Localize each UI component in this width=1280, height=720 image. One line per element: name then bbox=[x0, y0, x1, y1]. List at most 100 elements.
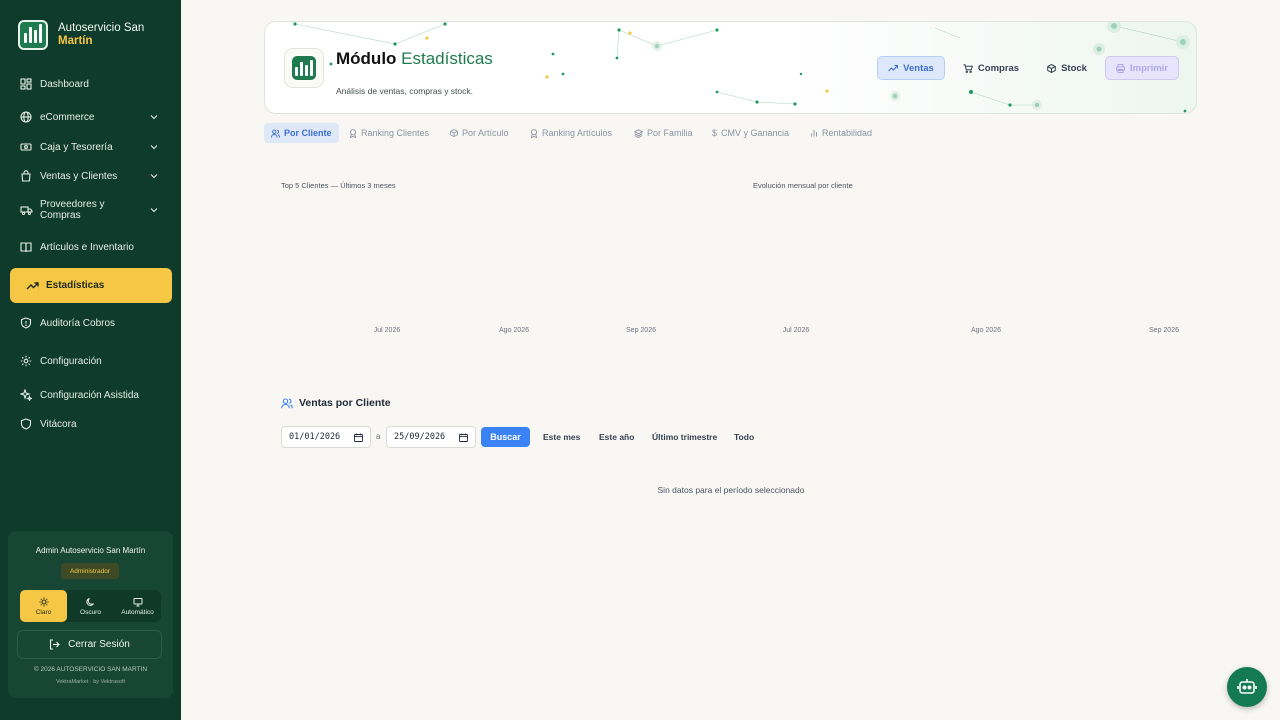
monitor-icon bbox=[133, 597, 142, 606]
quick-range-todo[interactable]: Todo bbox=[734, 432, 754, 442]
page-title: Módulo Estadísticas bbox=[336, 49, 493, 69]
section-title: Ventas por Cliente bbox=[281, 397, 391, 409]
users-icon bbox=[271, 129, 280, 138]
module-icon bbox=[284, 48, 324, 88]
date-from-input[interactable]: 01/01/2026 bbox=[281, 426, 371, 448]
printer-icon bbox=[1115, 63, 1125, 73]
sidebar-item-proveedores-compras[interactable]: Proveedores y Compras bbox=[0, 198, 181, 222]
x-tick-label: Sep 2026 bbox=[1149, 327, 1179, 334]
role-badge: Administrador bbox=[61, 563, 119, 579]
theme-switcher: Claro Oscuro Automático bbox=[20, 590, 161, 622]
calendar-icon[interactable] bbox=[459, 433, 468, 442]
ventas-button[interactable]: Ventas bbox=[877, 56, 945, 80]
theme-label: Claro bbox=[35, 608, 52, 616]
tab-por-articulo[interactable]: Por Artículo bbox=[443, 123, 516, 143]
tab-label: Ranking Artículos bbox=[542, 128, 613, 138]
sidebar-item-estadisticas[interactable]: Estadísticas bbox=[10, 268, 172, 303]
credits: VektraMarket · by Vektrasoft bbox=[55, 679, 126, 685]
sidebar-item-label: Dashboard bbox=[40, 78, 89, 90]
sidebar-item-label: eCommerce bbox=[40, 111, 95, 123]
user-name: Admin Autoservicio San Martín bbox=[35, 546, 146, 555]
user-card: Admin Autoservicio San Martín Administra… bbox=[8, 531, 173, 698]
page-title-main: Módulo bbox=[336, 49, 397, 68]
tab-label: Por Familia bbox=[647, 128, 693, 138]
cart-icon bbox=[963, 63, 973, 73]
quick-range-este-mes[interactable]: Este mes bbox=[543, 432, 580, 442]
tab-cmv-ganancia[interactable]: $ CMV y Ganancia bbox=[705, 123, 796, 143]
book-icon bbox=[19, 240, 33, 254]
layers-icon bbox=[634, 128, 643, 138]
calendar-icon[interactable] bbox=[354, 433, 363, 442]
date-to-input[interactable]: 25/09/2026 bbox=[386, 426, 476, 448]
assistant-bot-button[interactable] bbox=[1227, 667, 1267, 707]
tab-label: Por Cliente bbox=[284, 128, 332, 138]
trending-up-icon bbox=[888, 64, 899, 72]
dollar-icon: $ bbox=[712, 128, 718, 138]
chevron-down-icon bbox=[150, 174, 158, 179]
x-tick-label: Jul 2026 bbox=[782, 327, 810, 334]
truck-icon bbox=[19, 203, 33, 217]
theme-label: Oscuro bbox=[80, 608, 101, 616]
sidebar-item-ecommerce[interactable]: eCommerce bbox=[0, 110, 181, 124]
compras-button[interactable]: Compras bbox=[957, 56, 1025, 80]
sidebar-item-vitacora[interactable]: Vitácora bbox=[0, 417, 181, 431]
tab-por-familia[interactable]: Por Familia bbox=[627, 123, 700, 143]
imprimir-label: Imprimir bbox=[1129, 62, 1168, 74]
sidebar-item-label: Proveedores y Compras bbox=[40, 199, 105, 221]
tab-label: Rentabilidad bbox=[822, 128, 873, 138]
bar-chart-icon bbox=[292, 56, 316, 80]
buscar-button[interactable]: Buscar bbox=[481, 427, 530, 447]
date-to-value: 25/09/2026 bbox=[394, 432, 446, 442]
sidebar-item-configuracion[interactable]: Configuración bbox=[0, 354, 181, 368]
tab-ranking-clientes[interactable]: Ranking Clientes bbox=[342, 123, 436, 143]
logout-button[interactable]: Cerrar Sesión bbox=[17, 630, 162, 659]
tab-label: Ranking Clientes bbox=[361, 128, 430, 138]
medal-icon bbox=[349, 128, 357, 138]
tab-por-cliente[interactable]: Por Cliente bbox=[264, 123, 339, 143]
sidebar-item-dashboard[interactable]: Dashboard bbox=[0, 77, 181, 91]
x-tick-label: Ago 2026 bbox=[499, 327, 529, 334]
globe-icon bbox=[19, 110, 33, 124]
section-title-text: Ventas por Cliente bbox=[299, 397, 391, 409]
stock-button[interactable]: Stock bbox=[1041, 56, 1093, 80]
imprimir-button[interactable]: Imprimir bbox=[1105, 56, 1179, 80]
tab-label: CMV y Ganancia bbox=[721, 128, 790, 138]
moon-icon bbox=[85, 597, 94, 606]
tab-rentabilidad[interactable]: Rentabilidad bbox=[803, 123, 879, 143]
sidebar-item-auditoria-cobros[interactable]: Auditoría Cobros bbox=[0, 316, 181, 330]
chevron-down-icon bbox=[150, 145, 158, 150]
bar-chart-icon bbox=[811, 130, 817, 137]
theme-auto-button[interactable]: Automático bbox=[114, 590, 161, 622]
date-range-separator: a bbox=[376, 432, 381, 441]
x-tick-label: Jul 2026 bbox=[373, 327, 401, 334]
theme-dark-button[interactable]: Oscuro bbox=[67, 590, 114, 622]
theme-label: Automático bbox=[121, 608, 154, 616]
quick-range-este-ano[interactable]: Este año bbox=[599, 432, 634, 442]
sun-icon bbox=[39, 597, 48, 606]
cash-icon bbox=[19, 140, 33, 154]
sidebar-item-caja-tesoreria[interactable]: Caja y Tesorería bbox=[0, 140, 181, 154]
page-title-accent: Estadísticas bbox=[401, 49, 493, 68]
logout-label: Cerrar Sesión bbox=[68, 639, 130, 650]
chevron-down-icon bbox=[150, 208, 158, 213]
sidebar-item-label: Configuración bbox=[40, 355, 102, 367]
theme-light-button[interactable]: Claro bbox=[20, 590, 67, 622]
trending-up-icon bbox=[25, 279, 39, 293]
stock-label: Stock bbox=[1061, 62, 1087, 74]
sidebar-item-label: Caja y Tesorería bbox=[40, 141, 113, 153]
chart-title-evolucion: Evolución mensual por cliente bbox=[753, 181, 853, 190]
sidebar-item-label: Estadísticas bbox=[46, 280, 105, 291]
x-tick-label: Sep 2026 bbox=[626, 327, 656, 334]
x-tick-label: Ago 2026 bbox=[971, 327, 1001, 334]
brand[interactable]: Autoservicio San Martín bbox=[18, 20, 144, 50]
quick-range-ultimo-trimestre[interactable]: Último trimestre bbox=[652, 432, 717, 442]
sidebar-item-configuracion-asistida[interactable]: Configuración Asistida bbox=[0, 388, 181, 402]
tab-ranking-articulos[interactable]: Ranking Artículos bbox=[523, 123, 619, 143]
box-icon bbox=[1047, 63, 1056, 73]
robot-icon bbox=[1237, 679, 1257, 694]
sidebar-item-articulos-inventario[interactable]: Artículos e Inventario bbox=[0, 240, 181, 254]
brand-name: Autoservicio San Martín bbox=[58, 22, 144, 48]
sparkles-icon bbox=[19, 388, 33, 402]
sidebar-item-ventas-clientes[interactable]: Ventas y Clientes bbox=[0, 169, 181, 183]
medal-icon bbox=[530, 128, 538, 138]
